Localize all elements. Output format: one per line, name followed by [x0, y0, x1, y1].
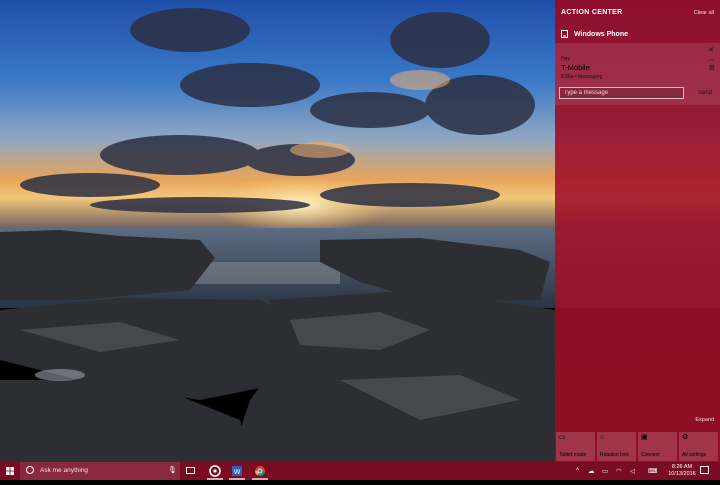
quick-actions-bar: ▭ Tablet mode ⌂ Rotation lock ▣ Connect …	[556, 432, 720, 462]
taskbar-app-chrome[interactable]	[250, 462, 270, 480]
chevron-up-icon[interactable]: ︿	[708, 54, 714, 63]
rotation-lock-icon: ⌂	[600, 434, 605, 441]
clock-time: 8:26 AM	[671, 464, 693, 470]
notification-sender: T-Mobile	[561, 63, 590, 72]
gear-icon[interactable]: ⚙	[709, 64, 715, 72]
onedrive-icon[interactable]: ☁	[588, 467, 595, 475]
chevron-up-icon[interactable]: ^	[576, 467, 579, 474]
cortana-icon	[26, 466, 34, 474]
notification-meta: 8:26a • Messaging	[561, 74, 603, 80]
clock-date: 10/13/2016	[668, 471, 696, 477]
taskbar-clock[interactable]: 8:26 AM 10/13/2016	[666, 464, 698, 478]
settings-gear-icon: ⚙	[682, 434, 689, 441]
search-placeholder: Ask me anything	[40, 467, 89, 474]
taskbar: Ask me anything 🎙︎ W ^ ☁ ▭ ◠ ◁ ⌨ 8:26 AM…	[0, 462, 720, 480]
action-center-title: ACTION CENTER	[561, 9, 623, 16]
quick-action-label: Tablet mode	[559, 452, 587, 458]
notification-preview: Hey	[561, 56, 570, 62]
quick-action-label: All settings	[682, 452, 707, 458]
action-center-tray-icon[interactable]	[700, 466, 709, 474]
action-center-header: ACTION CENTER Clear all	[561, 9, 714, 19]
quick-action-tablet-mode[interactable]: ▭ Tablet mode	[556, 432, 595, 461]
quick-action-label: Rotation lock	[600, 452, 629, 458]
tablet-mode-icon: ▭	[559, 434, 566, 441]
taskbar-app-word[interactable]: W	[227, 462, 247, 480]
connect-icon: ▣	[641, 434, 648, 441]
task-view-icon[interactable]	[186, 467, 195, 474]
svg-text:W: W	[234, 469, 241, 476]
quick-action-rotation-lock[interactable]: ⌂ Rotation lock	[597, 432, 636, 461]
reply-message-input[interactable]	[559, 87, 684, 99]
close-icon[interactable]: ✕	[708, 46, 714, 54]
notification-group-header: Windows Phone	[561, 30, 714, 40]
quick-action-all-settings[interactable]: ⚙ All settings	[679, 432, 718, 461]
expand-quick-actions-button[interactable]: Expand	[695, 417, 714, 423]
send-button[interactable]: Send	[698, 90, 712, 96]
start-button[interactable]	[0, 462, 20, 480]
quick-action-label: Connect	[641, 452, 660, 458]
notification-group-label: Windows Phone	[574, 31, 628, 38]
microphone-icon[interactable]: 🎙︎	[168, 466, 177, 474]
cortana-search-box[interactable]: Ask me anything 🎙︎	[20, 462, 180, 480]
notification-card[interactable]: Hey T-Mobile 8:26a • Messaging ✕ ︿ ⚙ Sen…	[555, 43, 720, 105]
volume-icon[interactable]: ◁	[630, 467, 635, 475]
wifi-icon[interactable]: ◠	[616, 467, 622, 475]
windows-phone-icon	[561, 30, 568, 38]
taskbar-app-obs[interactable]	[205, 462, 225, 480]
keyboard-icon[interactable]: ⌨	[648, 467, 657, 475]
windows-logo-icon	[6, 467, 14, 475]
clear-all-button[interactable]: Clear all	[694, 10, 714, 16]
quick-action-connect[interactable]: ▣ Connect	[638, 432, 677, 461]
battery-icon[interactable]: ▭	[602, 467, 608, 475]
